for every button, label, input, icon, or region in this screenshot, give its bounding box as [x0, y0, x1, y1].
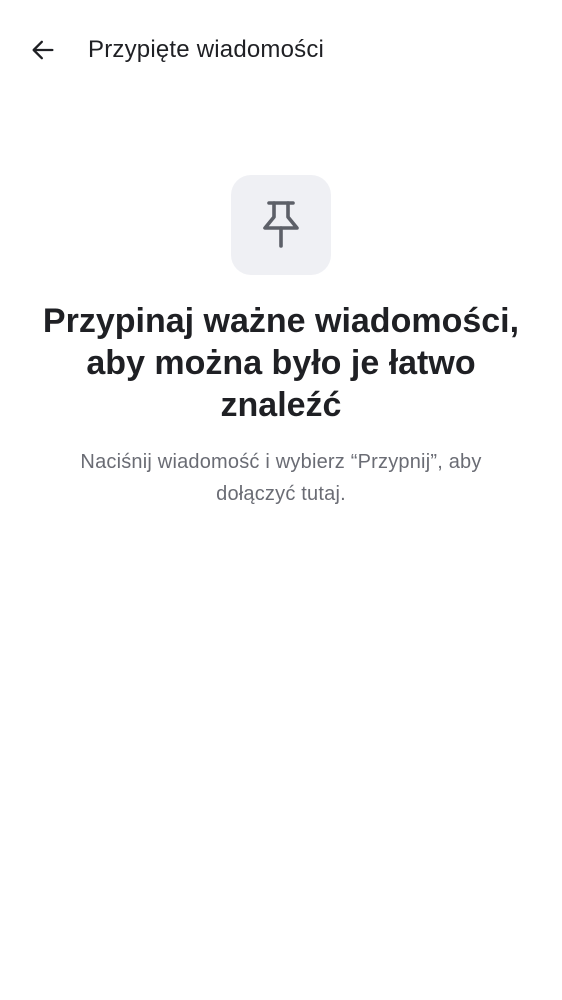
empty-state-headline: Przypinaj ważne wiadomości, aby można by… — [42, 302, 520, 424]
arrow-left-icon — [29, 36, 57, 64]
empty-state: Przypinaj ważne wiadomości, aby można by… — [0, 175, 562, 510]
back-button[interactable] — [22, 29, 64, 71]
pin-icon — [259, 200, 303, 250]
app-bar: Przypięte wiadomości — [0, 0, 562, 100]
pinned-messages-screen: Przypięte wiadomości Przypinaj ważne wia… — [0, 0, 562, 1000]
empty-state-description: Naciśnij wiadomość i wybierz “Przypnij”,… — [80, 451, 482, 505]
pin-icon-tile — [231, 175, 331, 275]
page-title: Przypięte wiadomości — [88, 36, 325, 63]
